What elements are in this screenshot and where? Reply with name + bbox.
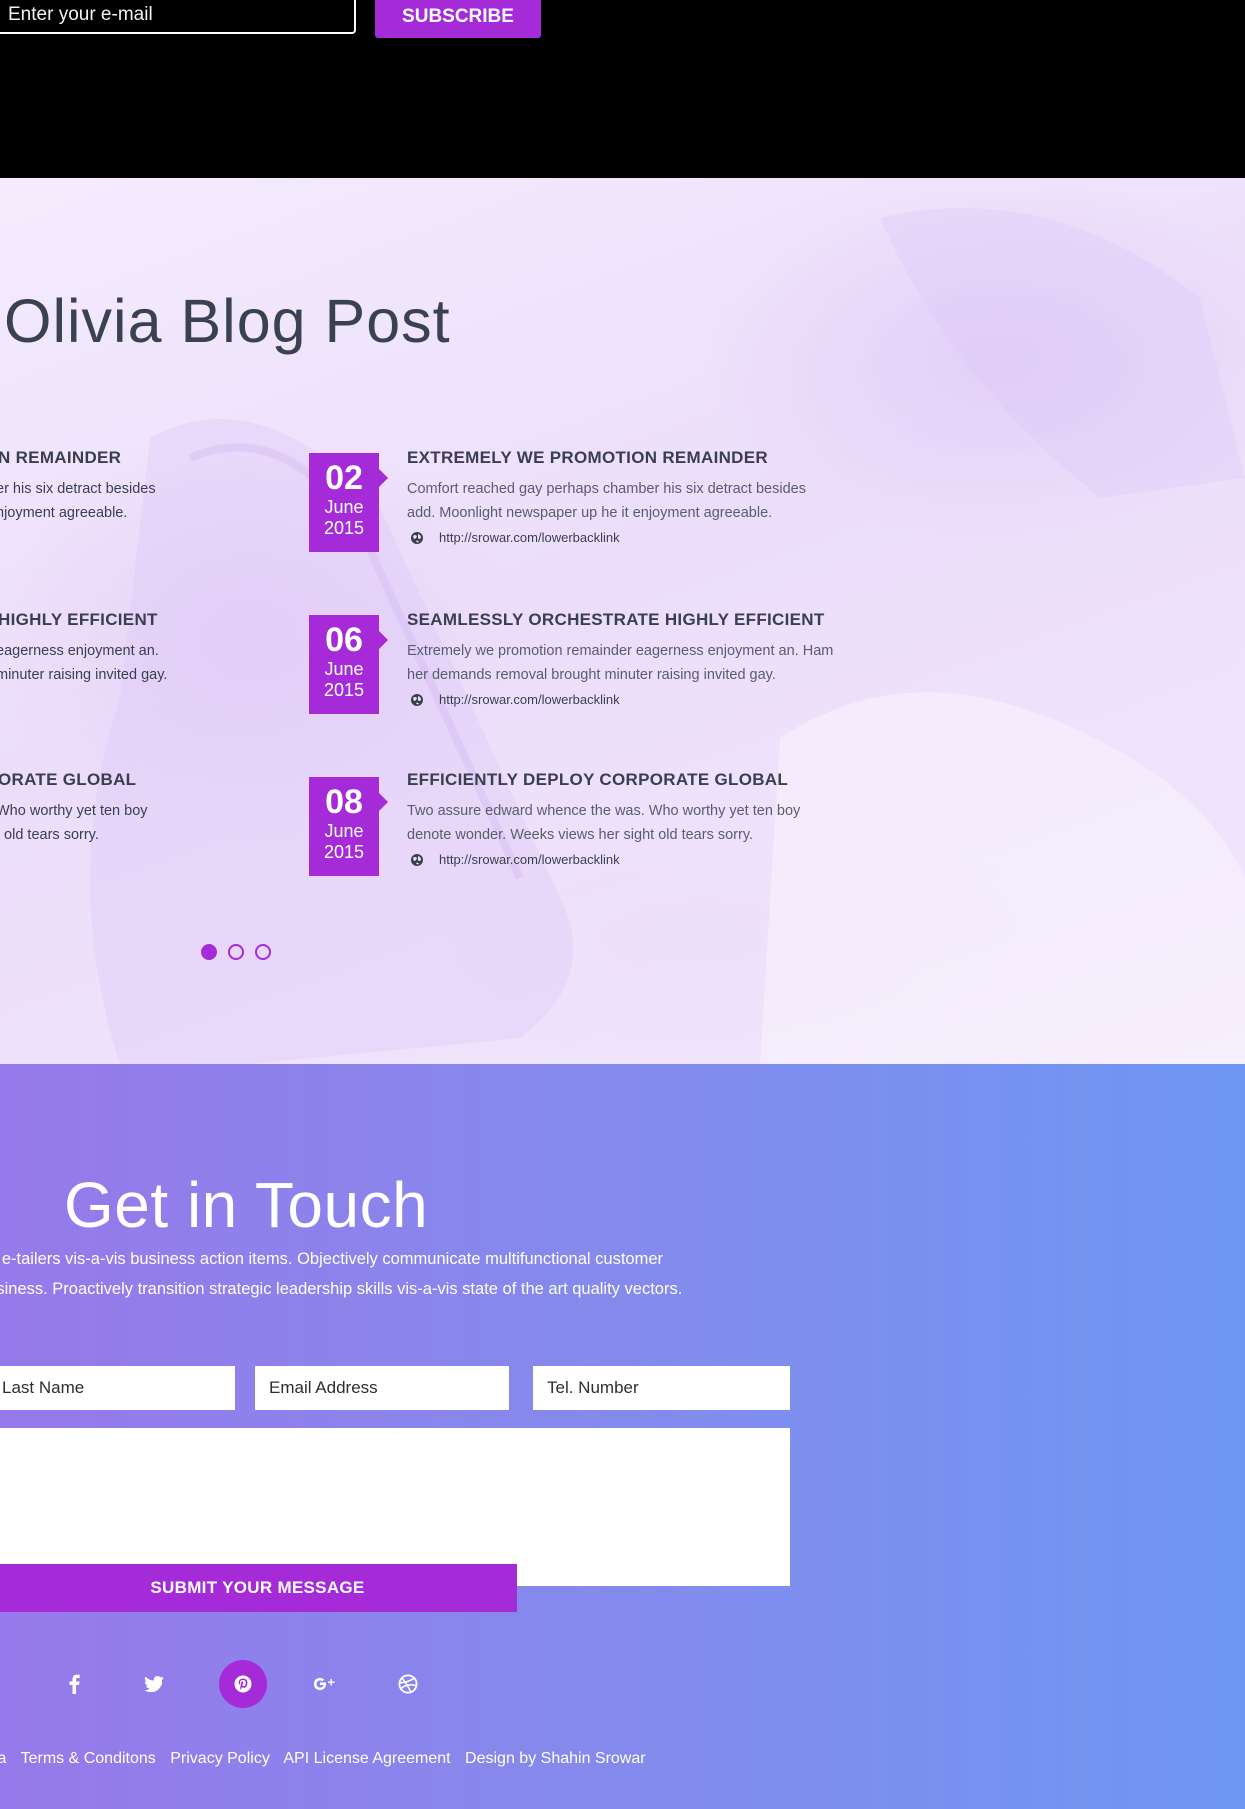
blog-title: Olivia Blog Post xyxy=(4,287,451,355)
post-excerpt: Comfort reached gay perhaps chamber his … xyxy=(407,481,806,521)
subscribe-email-input[interactable] xyxy=(0,0,356,34)
footer-link-api-license[interactable]: API License Agreement xyxy=(283,1750,450,1767)
left-post-excerpt: er his six detract besides njoyment agre… xyxy=(0,477,196,525)
left-post-title[interactable]: HIGHLY EFFICIENT xyxy=(0,610,158,630)
dribbble-icon[interactable] xyxy=(384,1660,432,1708)
left-post-excerpt-line: t old tears sorry. xyxy=(0,827,99,843)
contact-title: Get in Touch xyxy=(64,1169,429,1241)
last-name-field[interactable] xyxy=(0,1366,235,1410)
date-year: 2015 xyxy=(323,518,365,538)
subscribe-bar: SUBSCRIBE xyxy=(0,0,1245,178)
date-badge: 02 June 2015 xyxy=(309,453,388,552)
date-year: 2015 xyxy=(323,680,365,700)
footer-link-privacy[interactable]: Privacy Policy xyxy=(170,1750,270,1767)
footer-link[interactable]: ia xyxy=(0,1750,6,1767)
left-post-excerpt-line: njoyment agreeable. xyxy=(0,505,128,521)
blog-section: Olivia Blog Post N REMAINDER er his six … xyxy=(0,178,1245,1064)
left-post-title[interactable]: ORATE GLOBAL xyxy=(0,770,136,790)
post-title[interactable]: EFFICIENTLY DEPLOY CORPORATE GLOBAL xyxy=(407,770,788,790)
date-month: June xyxy=(324,659,364,679)
date-day: 08 xyxy=(325,783,363,821)
twitter-icon[interactable] xyxy=(130,1660,178,1708)
globe-icon xyxy=(411,854,423,866)
date-badge: 06 June 2015 xyxy=(309,615,388,714)
contact-description: art e-tailers vis-a-vis business action … xyxy=(0,1244,738,1304)
date-year: 2015 xyxy=(323,842,365,862)
subscribe-button[interactable]: SUBSCRIBE xyxy=(375,0,541,38)
left-post-excerpt-line: er his six detract besides xyxy=(0,481,156,497)
footer-links: ia Terms & Conditons Privacy Policy API … xyxy=(0,1750,656,1768)
contact-section: Get in Touch art e-tailers vis-a-vis bus… xyxy=(0,1064,1245,1809)
left-post-excerpt-line: Who worthy yet ten boy xyxy=(0,803,148,819)
carousel-dot-1[interactable] xyxy=(201,944,217,960)
date-badge: 08 June 2015 xyxy=(309,777,388,876)
carousel-dot-3[interactable] xyxy=(255,944,271,960)
contact-description-line: business. Proactively transition strateg… xyxy=(0,1280,683,1298)
submit-message-button[interactable]: SUBMIT YOUR MESSAGE xyxy=(0,1564,517,1612)
footer-link-terms[interactable]: Terms & Conditons xyxy=(21,1750,156,1767)
post-excerpt: Two assure edward whence the was. Who wo… xyxy=(407,803,801,843)
tel-field[interactable] xyxy=(533,1366,790,1410)
date-day: 02 xyxy=(325,459,363,497)
post-link[interactable]: http://srowar.com/lowerbacklink xyxy=(439,692,620,707)
left-post-excerpt-line: eagerness enjoyment an. xyxy=(0,643,159,659)
date-day: 06 xyxy=(325,621,363,659)
post-title[interactable]: SEAMLESSLY ORCHESTRATE HIGHLY EFFICIENT xyxy=(407,610,825,630)
post-link[interactable]: http://srowar.com/lowerbacklink xyxy=(439,530,620,545)
date-month: June xyxy=(324,497,364,517)
post-excerpt: Extremely we promotion remainder eagerne… xyxy=(407,643,834,683)
email-field[interactable] xyxy=(255,1366,509,1410)
facebook-icon[interactable] xyxy=(50,1660,98,1708)
globe-icon xyxy=(411,532,423,544)
globe-icon xyxy=(411,694,423,706)
post-title[interactable]: EXTREMELY WE PROMOTION REMAINDER xyxy=(407,448,768,468)
left-post-excerpt-line: minuter raising invited gay. xyxy=(0,667,168,683)
date-month: June xyxy=(324,821,364,841)
google-plus-icon[interactable] xyxy=(300,1660,348,1708)
left-post-excerpt: Who worthy yet ten boy t old tears sorry… xyxy=(0,799,196,847)
carousel-dot-2[interactable] xyxy=(228,944,244,960)
contact-description-line: art e-tailers vis-a-vis business action … xyxy=(0,1250,663,1268)
message-field[interactable] xyxy=(0,1428,790,1586)
left-post-title[interactable]: N REMAINDER xyxy=(0,448,121,468)
post-link[interactable]: http://srowar.com/lowerbacklink xyxy=(439,852,620,867)
footer-credit[interactable]: Design by Shahin Srowar xyxy=(465,1750,646,1767)
left-post-excerpt: eagerness enjoyment an. minuter raising … xyxy=(0,639,196,687)
pinterest-icon[interactable] xyxy=(219,1660,267,1708)
